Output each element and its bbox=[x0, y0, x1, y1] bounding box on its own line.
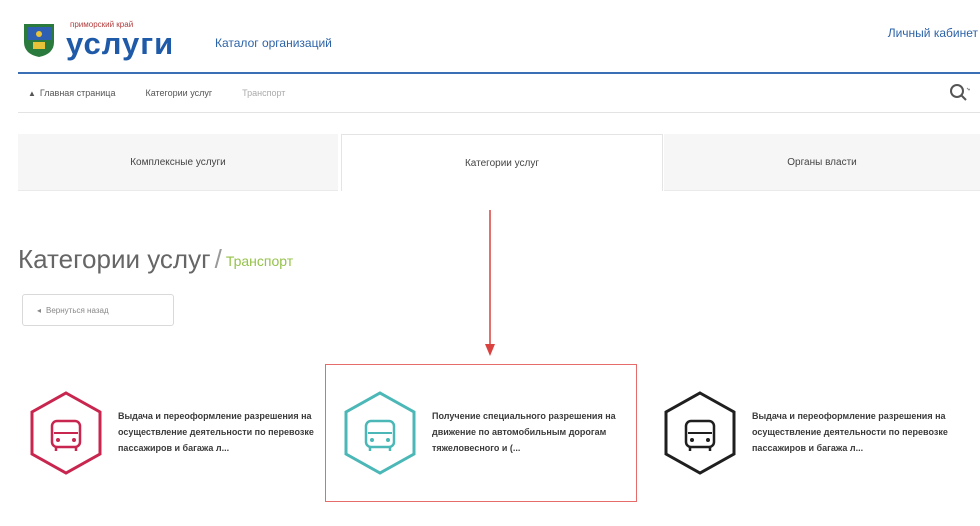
title-separator: / bbox=[214, 244, 222, 274]
coat-of-arms-icon bbox=[24, 24, 54, 57]
tab-authorities[interactable]: Органы власти bbox=[664, 134, 980, 191]
breadcrumb-current: Транспорт bbox=[242, 88, 286, 98]
personal-cabinet-link[interactable]: Личный кабинет bbox=[888, 26, 978, 40]
search-icon[interactable] bbox=[948, 82, 970, 104]
site-header: приморский край услуги Каталог организац… bbox=[0, 0, 980, 72]
page-title: Категории услуг / Транспорт bbox=[18, 244, 293, 275]
back-button-label: Вернуться назад bbox=[46, 305, 109, 315]
tab-service-categories[interactable]: Категории услуг bbox=[341, 134, 663, 191]
breadcrumb: ▲ Главная страница Категории услуг Трансп… bbox=[28, 88, 285, 98]
service-card[interactable]: Выдача и переоформление разрешения на ос… bbox=[18, 364, 318, 502]
service-card[interactable]: Выдача и переоформление разрешения на ос… bbox=[652, 364, 972, 502]
page-subtitle: Транспорт bbox=[225, 253, 294, 270]
back-arrow-icon: ◂ bbox=[37, 305, 42, 315]
page-title-text: Категории услуг bbox=[18, 244, 211, 274]
breadcrumb-categories[interactable]: Категории услуг bbox=[145, 88, 212, 98]
catalog-link[interactable]: Каталог организаций bbox=[215, 36, 332, 50]
tab-complex-services[interactable]: Комплексные услуги bbox=[18, 134, 338, 191]
tab-bar: Комплексные услуги Категории услуг Орган… bbox=[18, 134, 980, 191]
home-icon: ▲ bbox=[28, 89, 36, 98]
service-card-title: Выдача и переоформление разрешения на ос… bbox=[118, 411, 314, 453]
service-card-title: Выдача и переоформление разрешения на ос… bbox=[752, 411, 948, 453]
logo-text[interactable]: услуги bbox=[66, 26, 174, 62]
car-icon bbox=[664, 391, 736, 475]
service-card-highlighted[interactable]: Получение специального разрешения на дви… bbox=[325, 364, 637, 502]
back-button[interactable]: ◂ Вернуться назад bbox=[22, 294, 174, 326]
breadcrumb-home[interactable]: ▲ Главная страница bbox=[28, 88, 115, 98]
service-card-title: Получение специального разрешения на дви… bbox=[432, 411, 616, 453]
annotation-arrow bbox=[485, 210, 495, 356]
car-icon bbox=[30, 391, 102, 475]
car-icon bbox=[344, 391, 416, 475]
breadcrumb-bar: ▲ Главная страница Категории услуг Трансп… bbox=[18, 74, 980, 113]
